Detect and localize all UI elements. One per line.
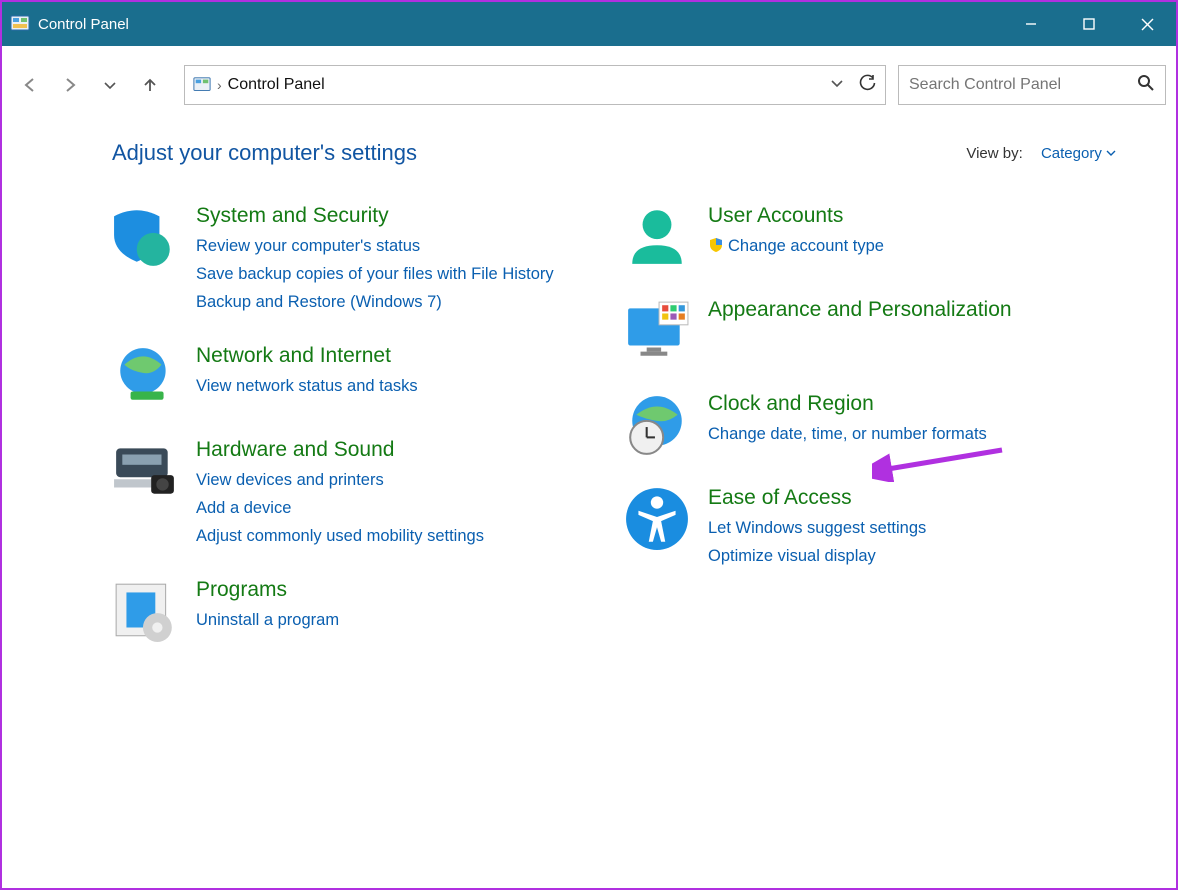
back-button[interactable]: [12, 67, 48, 103]
sub-mobility-settings[interactable]: Adjust commonly used mobility settings: [196, 522, 484, 550]
appearance-personalization-icon: [624, 298, 690, 364]
view-by-dropdown[interactable]: Category: [1041, 145, 1116, 162]
address-bar[interactable]: › Control Panel: [184, 65, 886, 105]
ease-of-access-icon: [624, 486, 690, 552]
maximize-button[interactable]: [1060, 2, 1118, 46]
sub-add-device[interactable]: Add a device: [196, 494, 484, 522]
search-input[interactable]: [909, 76, 1137, 94]
minimize-button[interactable]: [1002, 2, 1060, 46]
category-user-accounts[interactable]: User Accounts: [708, 204, 884, 228]
titlebar: Control Panel: [2, 2, 1176, 46]
control-panel-icon: [10, 14, 30, 34]
forward-button[interactable]: [52, 67, 88, 103]
close-button[interactable]: [1118, 2, 1176, 46]
category-programs[interactable]: Programs: [196, 578, 339, 602]
sub-change-account-type[interactable]: Change account type: [708, 232, 884, 260]
category-network-internet[interactable]: Network and Internet: [196, 344, 418, 368]
sub-devices-printers[interactable]: View devices and printers: [196, 466, 484, 494]
control-panel-icon: [193, 76, 211, 94]
history-dropdown[interactable]: [92, 67, 128, 103]
search-box[interactable]: [898, 65, 1166, 105]
refresh-button[interactable]: [859, 74, 877, 97]
category-system-security[interactable]: System and Security: [196, 204, 554, 228]
network-internet-icon: [112, 344, 178, 410]
category-appearance-personalization[interactable]: Appearance and Personalization: [708, 298, 1012, 322]
sub-file-history[interactable]: Save backup copies of your files with Fi…: [196, 260, 554, 288]
hardware-sound-icon: [112, 438, 178, 504]
content-area: Adjust your computer's settings View by:…: [2, 112, 1176, 672]
search-icon[interactable]: [1137, 74, 1155, 97]
sub-let-windows-suggest[interactable]: Let Windows suggest settings: [708, 514, 926, 542]
sub-date-time-formats[interactable]: Change date, time, or number formats: [708, 420, 987, 448]
up-button[interactable]: [132, 67, 168, 103]
sub-backup-restore[interactable]: Backup and Restore (Windows 7): [196, 288, 554, 316]
clock-region-icon: [624, 392, 690, 458]
sub-network-status[interactable]: View network status and tasks: [196, 372, 418, 400]
uac-shield-icon: [708, 234, 724, 250]
address-bar-dropdown[interactable]: [829, 75, 845, 96]
sub-optimize-visual[interactable]: Optimize visual display: [708, 542, 926, 570]
sub-uninstall-program[interactable]: Uninstall a program: [196, 606, 339, 634]
category-hardware-sound[interactable]: Hardware and Sound: [196, 438, 484, 462]
toolbar: › Control Panel: [2, 58, 1176, 112]
user-accounts-icon: [624, 204, 690, 270]
view-by: View by: Category: [966, 145, 1116, 162]
view-by-label: View by:: [966, 145, 1022, 162]
window-title: Control Panel: [38, 16, 129, 33]
page-title: Adjust your computer's settings: [112, 140, 417, 166]
system-security-icon: [112, 204, 178, 270]
category-clock-region[interactable]: Clock and Region: [708, 392, 987, 416]
programs-icon: [112, 578, 178, 644]
breadcrumb-current[interactable]: Control Panel: [222, 76, 331, 94]
category-ease-of-access[interactable]: Ease of Access: [708, 486, 926, 510]
sub-review-status[interactable]: Review your computer's status: [196, 232, 554, 260]
